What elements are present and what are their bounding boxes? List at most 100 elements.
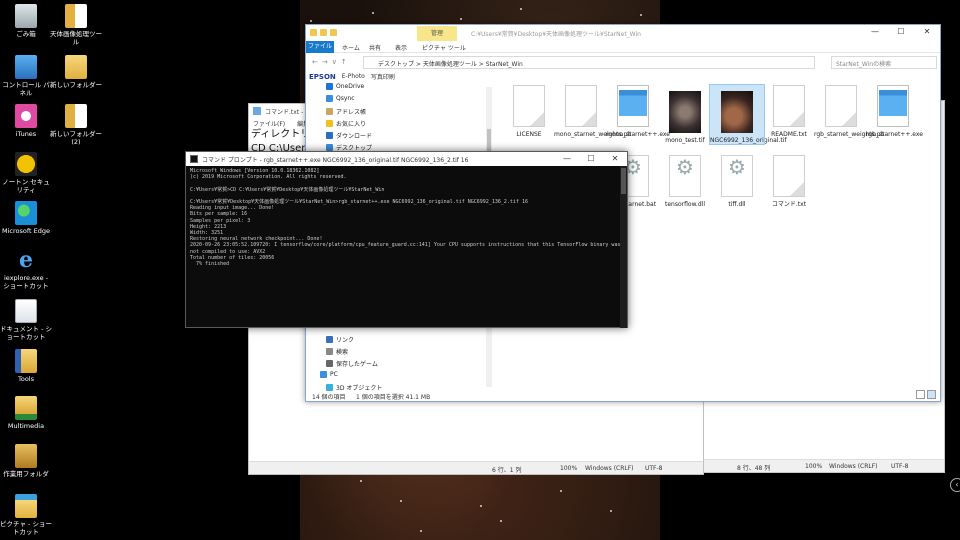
desktop-icon-multimedia[interactable]: Multimedia — [0, 396, 52, 430]
cmd-scrollbar[interactable] — [620, 166, 627, 328]
desktop-icon-pictures[interactable]: ピクチャ - ショートカット — [0, 494, 52, 536]
desktop-icon-recycle-bin[interactable]: ごみ箱 — [0, 4, 52, 38]
document-icon — [773, 85, 805, 127]
file-item[interactable]: mono_starnet_weights.pb — [554, 85, 631, 138]
file-item[interactable]: rgb_starnet++.exe — [866, 85, 923, 138]
work-folder-icon — [15, 444, 37, 468]
nav-saved-games[interactable]: 保存したゲーム — [326, 359, 378, 368]
status-eol: Windows (CRLF) — [585, 465, 634, 472]
norton-icon — [15, 152, 37, 176]
cmd-icon — [190, 155, 198, 163]
desktop-icon-documents[interactable]: ドキュメント - ショートカット — [0, 299, 52, 341]
folder-icon — [65, 55, 87, 79]
file-item[interactable]: rgb_starnet_weights.pb — [814, 85, 884, 138]
tab-view[interactable]: 表示 — [395, 43, 407, 52]
multimedia-folder-icon — [15, 396, 37, 420]
command-prompt-window[interactable]: コマンド プロンプト - rgb_starnet++.exe NGC6992_1… — [185, 151, 628, 328]
nav-qsync[interactable]: Qsync — [326, 95, 355, 102]
scroll-thumb[interactable] — [621, 168, 626, 194]
desktop-icon-iexplore[interactable]: e iexplore.exe - ショートカット — [0, 248, 52, 290]
nav-pc[interactable]: PC — [320, 371, 338, 378]
contacts-icon — [326, 108, 333, 115]
close-button[interactable]: ✕ — [914, 25, 940, 39]
file-item-selected[interactable]: NGC6992_136_original.tif — [709, 84, 787, 145]
maximize-button[interactable]: ☐ — [888, 25, 914, 39]
minimize-button[interactable]: — — [555, 152, 579, 166]
nav-address-book[interactable]: アドレス帳 — [326, 107, 366, 116]
desktop-icon-astro-tools[interactable]: 天体画像処理ツール — [50, 4, 102, 46]
tools-folder-icon — [15, 349, 37, 373]
breadcrumb-starnet[interactable]: StarNet_Win — [486, 61, 523, 68]
status-encoding: UTF-8 — [891, 463, 909, 470]
game-icon — [326, 360, 333, 367]
tab-file[interactable]: ファイル — [306, 41, 334, 53]
star — [460, 18, 462, 20]
desktop-icon-itunes[interactable]: iTunes — [0, 104, 52, 138]
star — [420, 530, 422, 532]
star — [372, 12, 374, 14]
nav-favorites[interactable]: お気に入り — [326, 119, 366, 128]
document-icon — [565, 85, 597, 127]
file-item[interactable]: LICENSE — [502, 85, 556, 138]
control-panel-icon — [15, 55, 37, 79]
desktop-icon-control-panel[interactable]: コントロール パネル — [0, 55, 52, 97]
epson-photo-print[interactable]: 写真印刷 — [371, 72, 395, 81]
desktop-icon-norton[interactable]: ノートン セキュリティ — [0, 152, 52, 194]
dll-icon — [721, 155, 753, 197]
epson-ephoto[interactable]: E-Photo — [342, 73, 365, 80]
file-item[interactable]: mono_test.tif — [658, 85, 712, 144]
cmd-line: 2020-09-26 23:05:52.109720: I tensorflow… — [190, 242, 621, 249]
star — [610, 510, 612, 512]
file-item[interactable]: mono_starnet++.exe — [606, 85, 670, 138]
desktop-icon-new-folder-2[interactable]: 新しいフォルダー (2) — [50, 104, 102, 146]
tab-share[interactable]: 共有 — [369, 43, 381, 52]
explorer-title-bar[interactable]: 管理 C:¥Users¥常賀¥Desktop¥天体画像処理ツール¥StarNet… — [306, 25, 940, 41]
breadcrumb-desktop[interactable]: デスクトップ — [378, 61, 414, 68]
status-position: 8 行、48 列 — [737, 465, 771, 472]
status-encoding: UTF-8 — [645, 465, 663, 472]
properties-icon[interactable] — [320, 29, 327, 36]
manage-tab[interactable]: 管理 — [417, 26, 457, 41]
large-icons-view-icon[interactable] — [927, 390, 936, 399]
file-item[interactable]: tiff.dll — [710, 155, 764, 208]
minimize-button[interactable]: — — [862, 25, 888, 39]
desktop-icon-tools[interactable]: Tools — [0, 349, 52, 383]
folder-icon — [65, 4, 87, 28]
quick-access-toolbar[interactable] — [310, 29, 337, 36]
cmd-output[interactable]: Microsoft Windows [Version 10.0.18362.10… — [186, 166, 627, 328]
address-bar[interactable]: デスクトップ > 天体画像処理ツール > StarNet_Win — [363, 56, 815, 69]
status-eol: Windows (CRLF) — [829, 463, 878, 470]
new-folder-icon[interactable] — [330, 29, 337, 36]
search-input[interactable]: StarNet_Winの検索 — [831, 56, 937, 69]
maximize-button[interactable]: ☐ — [579, 152, 603, 166]
nav-onedrive[interactable]: OneDrive — [326, 83, 364, 90]
desktop-icon-edge[interactable]: Microsoft Edge — [0, 201, 52, 235]
desktop-icon-work-folder[interactable]: 作業用フォルダ — [0, 444, 52, 478]
star — [520, 8, 522, 10]
nav-arrows[interactable]: ←→∨↑ — [312, 58, 351, 66]
itunes-icon — [15, 104, 37, 128]
file-item[interactable]: コマンド.txt — [762, 155, 816, 208]
breadcrumb-astro-tools[interactable]: 天体画像処理ツール — [423, 61, 477, 68]
status-zoom: 100% — [560, 465, 578, 472]
cmd-title-bar[interactable]: コマンド プロンプト - rgb_starnet++.exe NGC6992_1… — [186, 152, 627, 166]
nav-search[interactable]: 検索 — [326, 347, 348, 356]
details-view-icon[interactable] — [916, 390, 925, 399]
nav-downloads[interactable]: ダウンロード — [326, 131, 372, 140]
chevron-left-icon[interactable]: ‹ — [950, 478, 960, 492]
epson-toolbar: EPSON E-Photo 写真印刷 — [309, 72, 395, 82]
desktop-icon-new-folder[interactable]: 新しいフォルダー — [50, 55, 102, 89]
file-item[interactable]: README.txt — [762, 85, 816, 138]
address-row: ←→∨↑ デスクトップ > 天体画像処理ツール > StarNet_Win St… — [306, 53, 940, 71]
exe-icon — [877, 85, 909, 127]
star — [640, 14, 642, 16]
tab-picture-tools[interactable]: ピクチャ ツール — [422, 43, 466, 52]
nav-links[interactable]: リンク — [326, 335, 354, 344]
notepad-icon — [253, 107, 261, 115]
status-zoom: 100% — [805, 463, 823, 470]
cmd-line: 7% finished — [190, 261, 230, 268]
file-item[interactable]: tensorflow.dll — [658, 155, 712, 208]
tab-home[interactable]: ホーム — [342, 43, 360, 52]
menu-file[interactable]: ファイル(F) — [253, 121, 285, 128]
close-button[interactable]: ✕ — [603, 152, 627, 166]
